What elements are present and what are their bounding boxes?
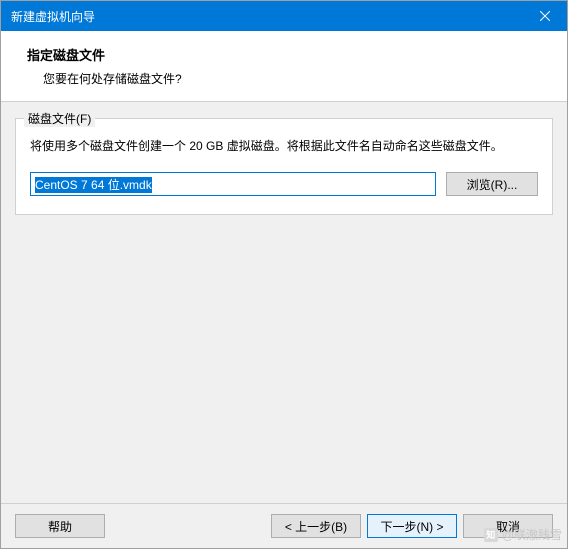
- wizard-header: 指定磁盘文件 您要在何处存储磁盘文件?: [1, 31, 567, 102]
- input-value: CentOS 7 64 位.vmdk: [35, 177, 152, 193]
- close-button[interactable]: [522, 1, 567, 31]
- fieldset-legend: 磁盘文件(F): [24, 110, 95, 127]
- fieldset-description: 将使用多个磁盘文件创建一个 20 GB 虚拟磁盘。将根据此文件名自动命名这些磁盘…: [30, 137, 538, 156]
- content-area: 磁盘文件(F) 将使用多个磁盘文件创建一个 20 GB 虚拟磁盘。将根据此文件名…: [1, 102, 567, 503]
- close-icon: [540, 11, 550, 21]
- next-button[interactable]: 下一步(N) >: [367, 514, 457, 538]
- page-subtitle: 您要在何处存储磁盘文件?: [27, 70, 557, 87]
- browse-button[interactable]: 浏览(R)...: [446, 172, 538, 196]
- wizard-window: 新建虚拟机向导 指定磁盘文件 您要在何处存储磁盘文件? 磁盘文件(F) 将使用多…: [0, 0, 568, 549]
- disk-file-fieldset: 磁盘文件(F) 将使用多个磁盘文件创建一个 20 GB 虚拟磁盘。将根据此文件名…: [15, 118, 553, 215]
- cancel-button[interactable]: 取消: [463, 514, 553, 538]
- titlebar: 新建虚拟机向导: [1, 1, 567, 31]
- back-button[interactable]: < 上一步(B): [271, 514, 361, 538]
- page-title: 指定磁盘文件: [27, 45, 557, 64]
- wizard-footer: 帮助 < 上一步(B) 下一步(N) > 取消: [1, 503, 567, 548]
- window-title: 新建虚拟机向导: [11, 8, 522, 25]
- input-row: CentOS 7 64 位.vmdk 浏览(R)...: [30, 172, 538, 196]
- disk-filename-input[interactable]: CentOS 7 64 位.vmdk: [30, 172, 436, 196]
- help-button[interactable]: 帮助: [15, 514, 105, 538]
